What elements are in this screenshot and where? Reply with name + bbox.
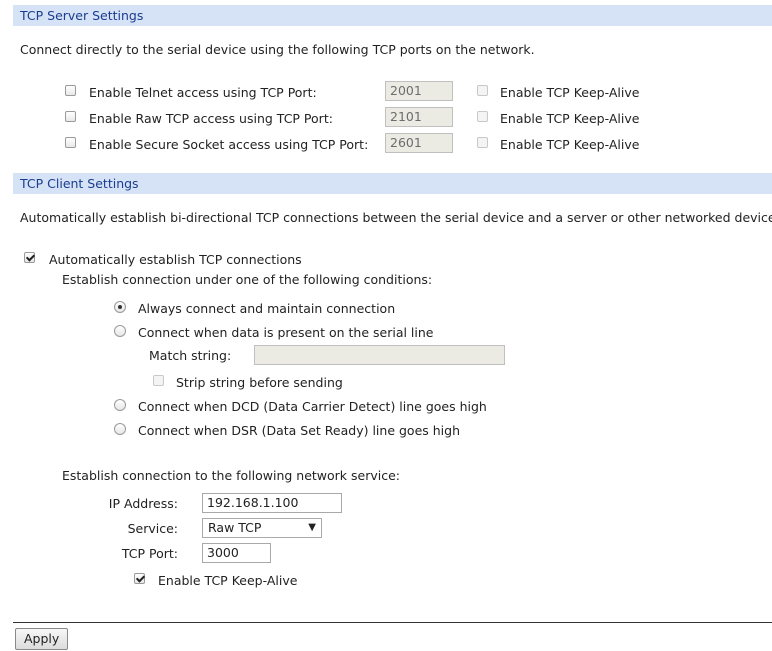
raw-tcp-keepalive-label: Enable TCP Keep-Alive xyxy=(500,111,640,126)
apply-button[interactable]: Apply xyxy=(15,628,69,650)
raw-tcp-enable-checkbox[interactable] xyxy=(65,111,76,122)
ip-address-input[interactable]: 192.168.1.100 xyxy=(202,493,342,513)
raw-tcp-enable-label: Enable Raw TCP access using TCP Port: xyxy=(89,111,333,126)
dcd-label: Connect when DCD (Data Carrier Detect) l… xyxy=(138,399,487,414)
always-connect-label: Always connect and maintain connection xyxy=(138,301,396,316)
raw-tcp-port-input[interactable]: 2101 xyxy=(385,107,453,127)
dsr-label: Connect when DSR (Data Set Ready) line g… xyxy=(138,423,461,438)
data-present-radio[interactable] xyxy=(114,325,126,337)
tcp-client-description: Automatically establish bi-directional T… xyxy=(20,210,772,225)
service-select[interactable]: Raw TCP ▼ xyxy=(202,518,322,538)
tcp-client-settings-header: TCP Client Settings xyxy=(13,173,772,194)
telnet-keepalive-label: Enable TCP Keep-Alive xyxy=(500,85,640,100)
strip-string-checkbox[interactable] xyxy=(153,375,164,386)
secure-socket-keepalive-label: Enable TCP Keep-Alive xyxy=(500,137,640,152)
raw-tcp-keepalive-checkbox[interactable] xyxy=(477,111,488,122)
conditions-heading: Establish connection under one of the fo… xyxy=(62,272,433,287)
tcp-port-input[interactable]: 3000 xyxy=(202,543,271,563)
dcd-radio[interactable] xyxy=(114,399,126,411)
secure-socket-port-input[interactable]: 2601 xyxy=(385,133,453,153)
service-select-value: Raw TCP xyxy=(208,520,262,535)
dropdown-arrow-icon: ▼ xyxy=(308,522,316,533)
secure-socket-enable-label: Enable Secure Socket access using TCP Po… xyxy=(89,137,369,152)
ip-address-label: IP Address: xyxy=(108,496,178,511)
always-connect-radio[interactable] xyxy=(114,301,126,313)
telnet-keepalive-checkbox[interactable] xyxy=(477,85,488,96)
match-string-label: Match string: xyxy=(149,348,232,363)
strip-string-label: Strip string before sending xyxy=(176,375,343,390)
telnet-port-input[interactable]: 2001 xyxy=(385,81,453,101)
auto-connect-label: Automatically establish TCP connections xyxy=(49,252,302,267)
auto-connect-checkbox[interactable] xyxy=(24,252,35,263)
data-present-label: Connect when data is present on the seri… xyxy=(138,325,434,340)
secure-socket-enable-checkbox[interactable] xyxy=(65,137,76,148)
telnet-enable-checkbox[interactable] xyxy=(65,85,76,96)
service-heading: Establish connection to the following ne… xyxy=(62,468,401,483)
tcp-server-settings-header: TCP Server Settings xyxy=(13,5,772,26)
telnet-enable-label: Enable Telnet access using TCP Port: xyxy=(89,85,317,100)
match-string-input[interactable] xyxy=(254,345,505,365)
tcp-port-label: TCP Port: xyxy=(121,546,178,561)
secure-socket-keepalive-checkbox[interactable] xyxy=(477,137,488,148)
divider xyxy=(13,622,772,623)
service-label: Service: xyxy=(127,521,178,536)
dsr-radio[interactable] xyxy=(114,423,126,435)
client-keepalive-checkbox[interactable] xyxy=(134,573,145,584)
tcp-server-description: Connect directly to the serial device us… xyxy=(20,42,535,57)
client-keepalive-label: Enable TCP Keep-Alive xyxy=(158,573,298,588)
